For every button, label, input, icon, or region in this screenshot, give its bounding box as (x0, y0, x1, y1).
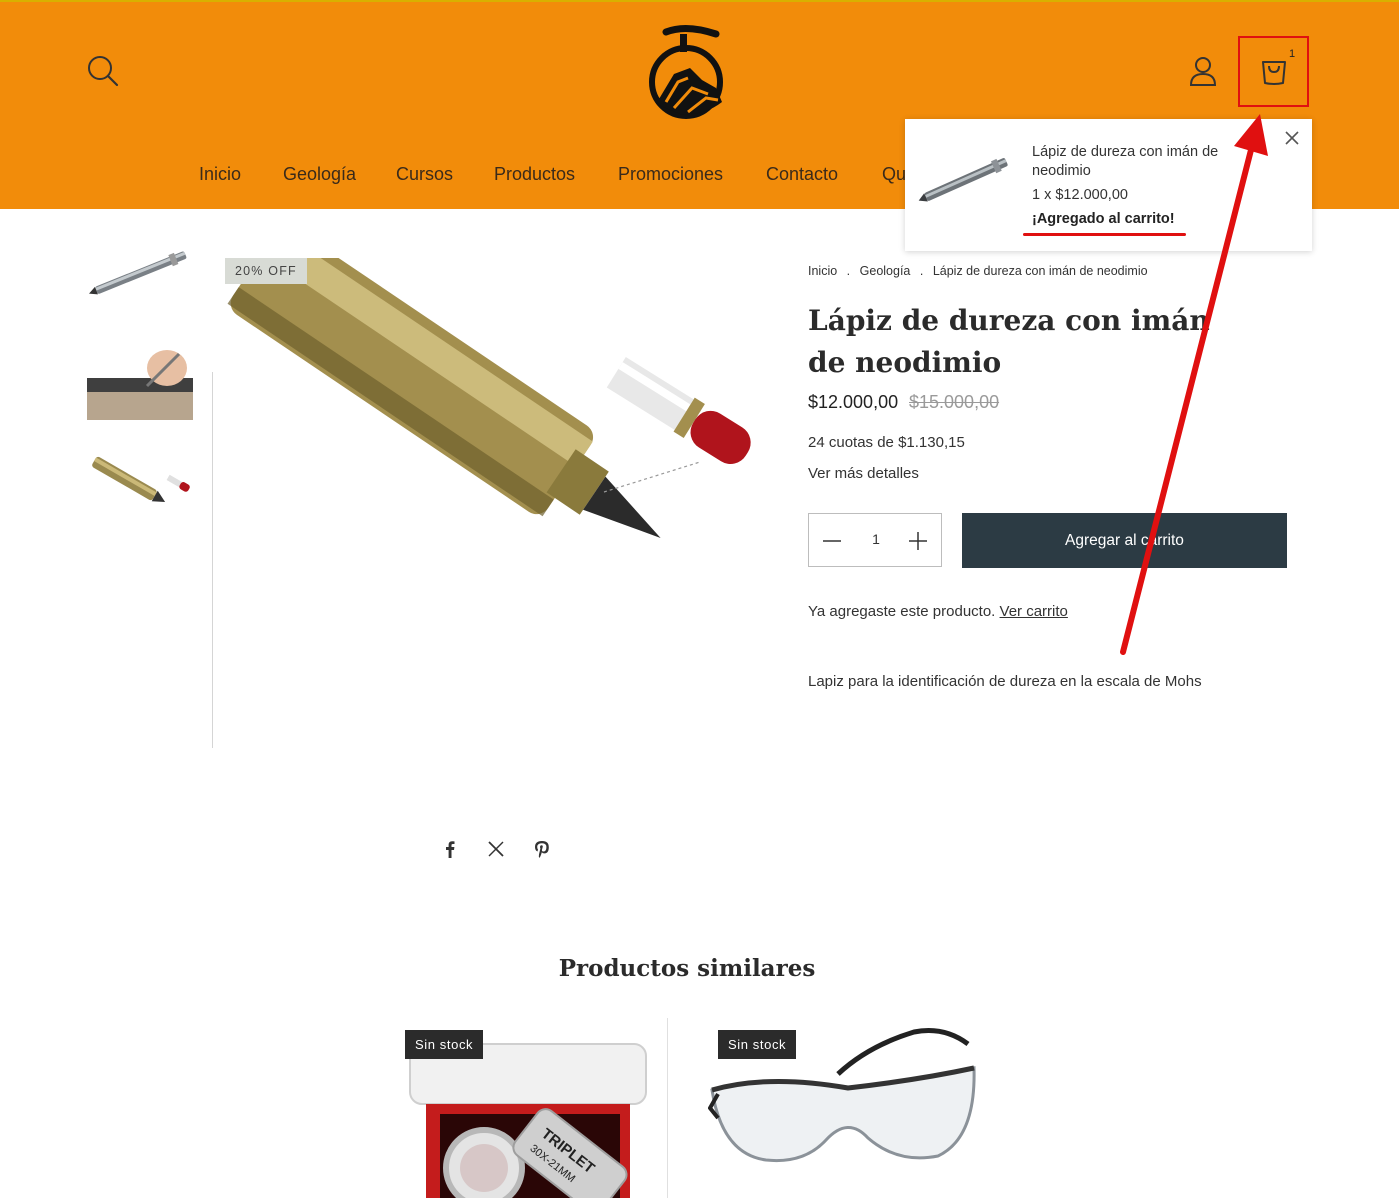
breadcrumb-separator: . (846, 264, 851, 278)
popup-product-title: Lápiz de dureza con imán de neodimio (1032, 144, 1219, 179)
more-details-link[interactable]: Ver más detalles (808, 465, 919, 482)
quantity-stepper (808, 513, 942, 567)
already-added-notice: Ya agregaste este producto. Ver carrito (808, 603, 1068, 620)
view-cart-link[interactable]: Ver carrito (1000, 603, 1068, 620)
close-icon[interactable] (1283, 129, 1301, 147)
nav-item-quienes[interactable]: Qu (882, 164, 906, 185)
cart-count-badge: 1 (1289, 48, 1296, 60)
plus-icon[interactable] (907, 530, 929, 552)
breadcrumb-geologia[interactable]: Geología (860, 264, 911, 278)
out-of-stock-badge: Sin stock (405, 1030, 484, 1059)
already-added-text: Ya agregaste este producto. (808, 603, 996, 620)
breadcrumb: Inicio . Geología . Lápiz de dureza con … (808, 264, 1148, 278)
facebook-icon[interactable] (439, 838, 461, 860)
product-compare-price: $15.000,00 (909, 392, 1000, 412)
gallery-scrollbar[interactable] (212, 372, 213, 748)
x-twitter-icon[interactable] (485, 838, 507, 860)
breadcrumb-separator: . (919, 264, 924, 278)
search-icon[interactable] (86, 54, 120, 88)
minus-icon[interactable] (821, 530, 843, 552)
gallery-thumbnail[interactable] (87, 236, 193, 310)
similar-products-title: Productos similares (558, 955, 816, 982)
product-main-image[interactable] (224, 258, 776, 562)
breadcrumb-inicio[interactable]: Inicio (808, 264, 837, 278)
breadcrumb-current: Lápiz de dureza con imán de neodimio (932, 264, 1148, 278)
site-logo[interactable] (644, 24, 728, 122)
card-divider (667, 1018, 668, 1198)
nav-item-cursos[interactable]: Cursos (396, 164, 453, 185)
gallery-thumbnail[interactable] (87, 346, 193, 420)
out-of-stock-badge: Sin stock (718, 1030, 797, 1059)
cart-button[interactable]: 1 (1238, 36, 1309, 107)
pinterest-icon[interactable] (531, 838, 553, 860)
shopping-bag-icon (1262, 61, 1286, 85)
similar-product-card[interactable]: Sin stock (708, 1018, 980, 1198)
add-to-cart-button[interactable]: Agregar al carrito (962, 513, 1287, 568)
discount-badge: 20% OFF (225, 258, 307, 284)
gallery-thumbnail[interactable] (87, 440, 193, 514)
nav-item-geologia[interactable]: Geología (283, 164, 356, 185)
quantity-input[interactable] (859, 531, 893, 547)
annotation-underline (1023, 233, 1186, 236)
nav-item-productos[interactable]: Productos (494, 164, 575, 185)
product-description: Lapiz para la identificación de dureza e… (808, 673, 1202, 690)
product-price: $12.000,00 (808, 392, 899, 412)
nav-item-contacto[interactable]: Contacto (766, 164, 838, 185)
popup-qty-price: 1 x $12.000,00 (1032, 187, 1128, 203)
popup-added-message: ¡Agregado al carrito! (1032, 211, 1175, 227)
nav-item-promociones[interactable]: Promociones (618, 164, 723, 185)
product-title: Lápiz de dureza con imán de neodimio (808, 304, 1210, 379)
nav-item-inicio[interactable]: Inicio (199, 164, 241, 185)
popup-product-image (918, 139, 1014, 219)
cart-notification-popup: Lápiz de dureza con imán de neodimio 1 x… (905, 119, 1312, 251)
user-icon[interactable] (1186, 54, 1220, 88)
similar-product-card[interactable]: TRIPLET 30X-21MM Sin stock (396, 1018, 668, 1198)
installments-info: 24 cuotas de $1.130,15 (808, 434, 965, 451)
